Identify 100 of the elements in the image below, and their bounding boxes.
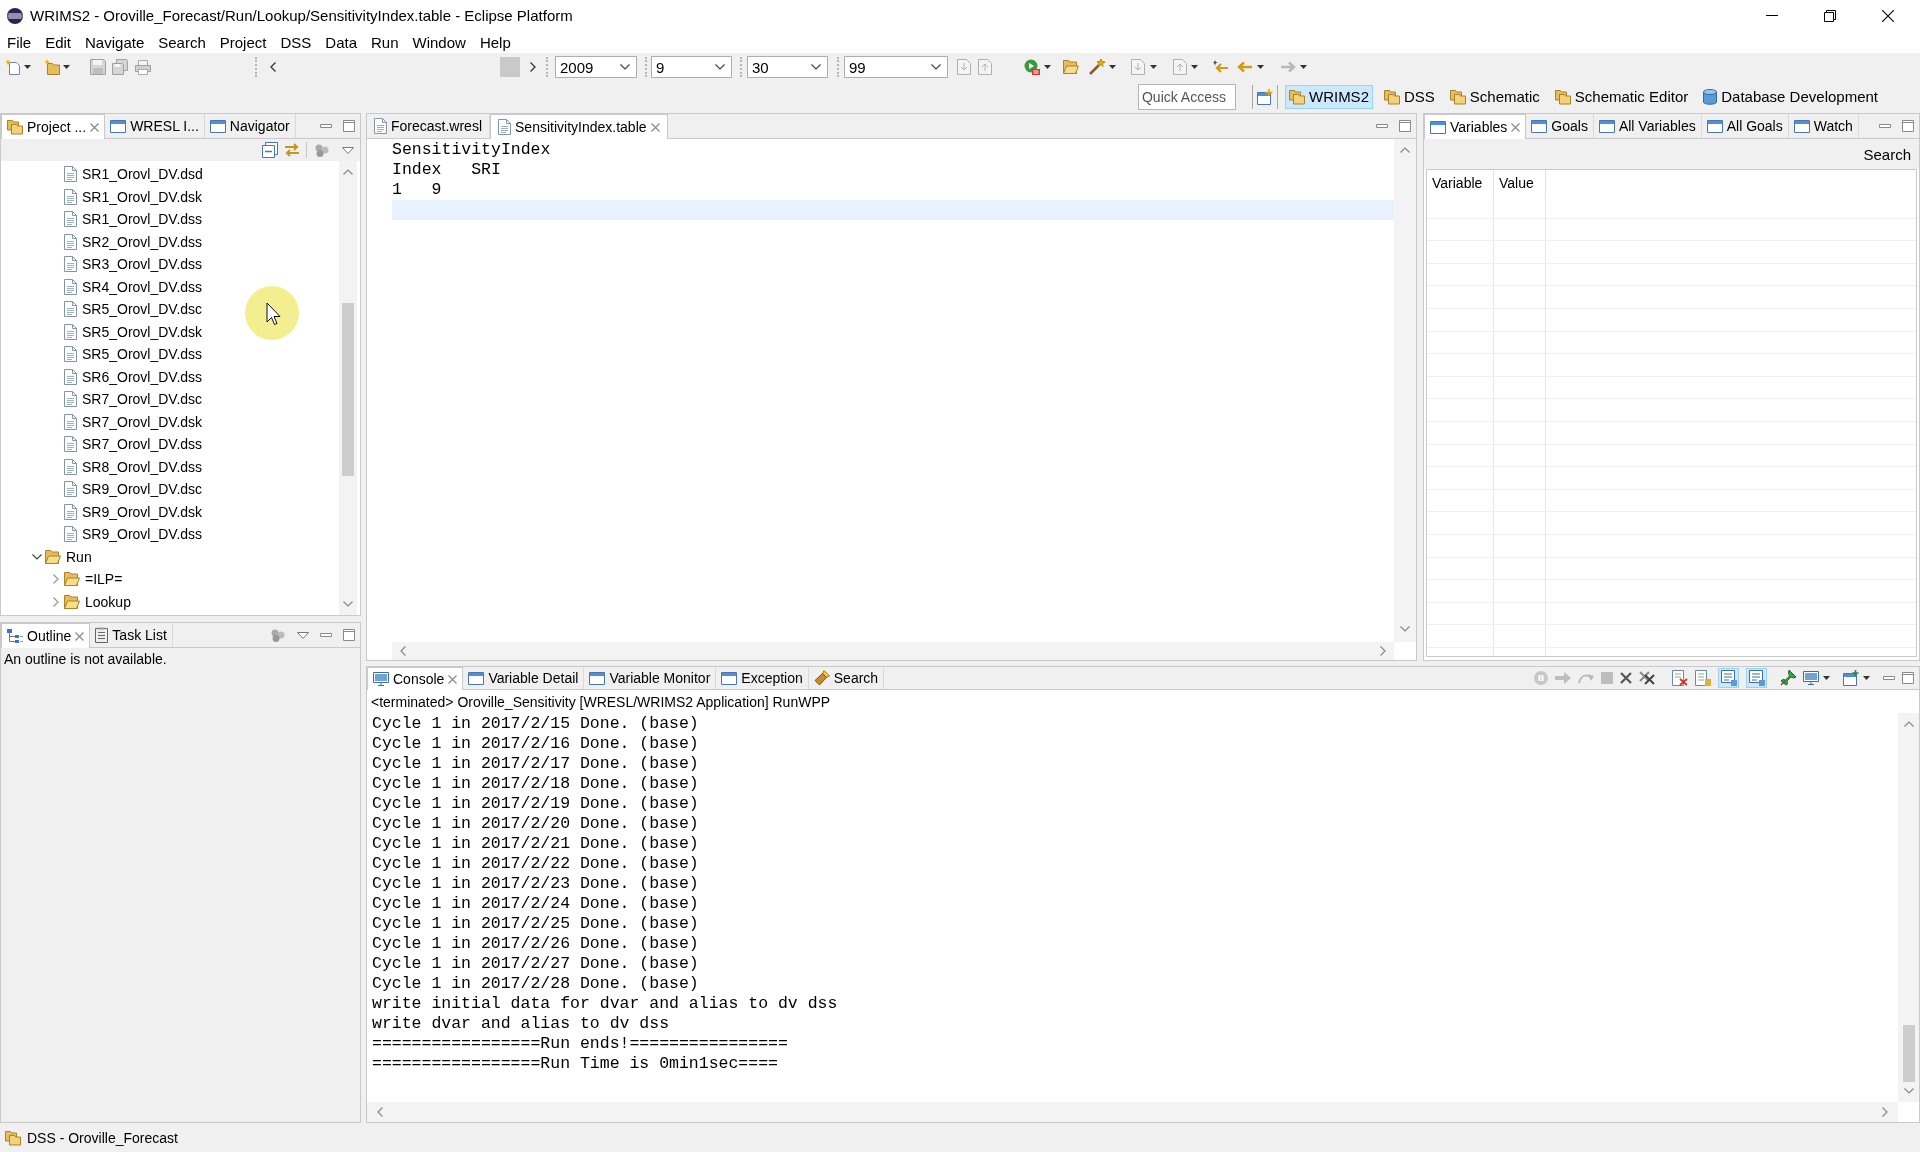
menu-item[interactable]: DSS xyxy=(273,33,319,51)
chevron-left-icon[interactable] xyxy=(270,62,276,72)
dropdown[interactable]: 2009 xyxy=(555,56,637,78)
vertical-scrollbar[interactable] xyxy=(1898,713,1919,1102)
perspective-button[interactable]: Schematic Editor xyxy=(1550,84,1693,109)
collapse-all-icon[interactable] xyxy=(262,142,278,158)
minimize-icon[interactable] xyxy=(320,124,332,128)
menu-item[interactable]: Navigate xyxy=(78,33,152,51)
maximize-icon[interactable] xyxy=(1902,672,1914,684)
view-menu-icon[interactable] xyxy=(342,146,354,154)
tree-item[interactable]: =ILP= xyxy=(64,571,125,588)
tree-item[interactable]: SR7_Orovl_DV.dsk xyxy=(64,413,205,430)
tree-item[interactable]: SR7_Orovl_DV.dsc xyxy=(64,391,205,408)
menu-item[interactable]: File xyxy=(0,33,39,51)
quick-access-field[interactable]: Quick Access xyxy=(1137,83,1236,110)
dropdown-caret-icon[interactable] xyxy=(1863,676,1870,680)
view-tab[interactable]: All Variables xyxy=(1593,114,1702,138)
tree-item[interactable]: SR3_Orovl_DV.dss xyxy=(64,256,205,273)
tree-item[interactable]: SR9_Orovl_DV.dss xyxy=(64,526,205,543)
dropdown-caret-icon[interactable] xyxy=(1191,65,1198,69)
scrollbar-thumb[interactable] xyxy=(342,303,354,476)
new-file-icon[interactable] xyxy=(5,59,21,75)
tree-item[interactable]: SR9_Orovl_DV.dsc xyxy=(64,481,205,498)
link-arrows-icon[interactable] xyxy=(284,143,300,157)
search-button[interactable]: Search xyxy=(1863,145,1911,163)
save-icon[interactable] xyxy=(90,59,106,75)
vertical-scrollbar[interactable] xyxy=(1394,139,1416,642)
tree-item[interactable]: SR7_Orovl_DV.dss xyxy=(64,436,205,453)
view-tab[interactable]: Outline xyxy=(1,623,91,648)
view-tab[interactable]: Watch xyxy=(1788,114,1859,138)
maximize-icon[interactable] xyxy=(343,629,355,641)
horizontal-scrollbar[interactable] xyxy=(392,642,1394,660)
tree-item[interactable]: Run xyxy=(45,548,94,565)
wand-icon[interactable] xyxy=(1089,59,1105,75)
minimize-icon[interactable] xyxy=(1883,676,1895,680)
perspective-button[interactable]: Database Development xyxy=(1699,84,1882,109)
column-header[interactable]: Variable xyxy=(1427,170,1494,196)
menu-item[interactable]: Help xyxy=(472,33,518,51)
close-icon[interactable] xyxy=(1882,9,1894,22)
scroll-down-icon[interactable] xyxy=(1400,626,1410,632)
perspective-button[interactable]: Schematic xyxy=(1445,84,1544,109)
remove-icon[interactable] xyxy=(1620,672,1632,684)
horizontal-scrollbar[interactable] xyxy=(367,1102,1898,1122)
scroll-up-icon[interactable] xyxy=(343,169,353,175)
dropdown-caret-icon[interactable] xyxy=(63,65,70,69)
view-tab[interactable]: Project ... xyxy=(1,114,106,139)
tree-item[interactable]: SR8_Orovl_DV.dss xyxy=(64,458,205,475)
view-tab[interactable]: Console xyxy=(367,667,464,690)
perspective-button[interactable]: DSS xyxy=(1379,84,1439,109)
tree-item[interactable]: SR5_Orovl_DV.dss xyxy=(64,346,205,363)
tree-item[interactable]: SR9_Orovl_DV.dsk xyxy=(64,503,205,520)
monitor-icon[interactable] xyxy=(1803,671,1819,685)
dropdown-caret-icon[interactable] xyxy=(1300,65,1307,69)
run-icon[interactable] xyxy=(1024,59,1040,75)
dropdown-caret-icon[interactable] xyxy=(1257,65,1264,69)
dropdown-caret-icon[interactable] xyxy=(1823,676,1830,680)
chevron-down-icon[interactable] xyxy=(32,553,42,560)
scroll-down-icon[interactable] xyxy=(343,601,353,607)
vertical-scrollbar[interactable] xyxy=(339,161,357,615)
menu-item[interactable]: Window xyxy=(405,33,473,51)
view-tab[interactable]: Variable Monitor xyxy=(584,667,717,689)
view-tab[interactable]: Navigator xyxy=(204,114,296,138)
scroll-down-icon[interactable] xyxy=(1903,1088,1914,1094)
maximize-icon[interactable] xyxy=(1399,120,1411,132)
view-tab[interactable]: All Goals xyxy=(1701,114,1789,138)
maximize-icon[interactable] xyxy=(1902,120,1914,132)
console-toggle[interactable] xyxy=(1746,668,1767,688)
view-tab[interactable]: Goals xyxy=(1526,114,1594,138)
print-icon[interactable] xyxy=(135,59,151,75)
view-tab[interactable]: Variables xyxy=(1424,114,1527,139)
view-tab[interactable]: Search xyxy=(808,667,885,689)
scroll-up-icon[interactable] xyxy=(1400,147,1410,153)
view-tab[interactable]: WRESL I... xyxy=(105,114,205,138)
tree-item[interactable]: SR5_Orovl_DV.dsk xyxy=(64,323,205,340)
scroll-lock-icon[interactable] xyxy=(1695,670,1711,686)
maximize-icon[interactable] xyxy=(343,120,355,132)
menu-item[interactable]: Search xyxy=(151,33,213,51)
back-arrow-icon[interactable] xyxy=(1213,60,1229,74)
dropdown[interactable]: 9 xyxy=(651,56,732,78)
dropdown-caret-icon[interactable] xyxy=(24,65,31,69)
document-icon[interactable] xyxy=(978,59,992,75)
open-perspective-icon[interactable] xyxy=(1256,88,1273,105)
tree-item[interactable]: SR4_Orovl_DV.dss xyxy=(64,278,205,295)
dropdown[interactable]: 99 xyxy=(844,56,948,78)
remove-all-icon[interactable] xyxy=(1639,671,1655,685)
menu-item[interactable]: Data xyxy=(318,33,364,51)
tree-item[interactable]: SR1_Orovl_DV.dss xyxy=(64,211,205,228)
dropdown-caret-icon[interactable] xyxy=(1150,65,1157,69)
tree-item[interactable]: SR6_Orovl_DV.dss xyxy=(64,368,205,385)
dropdown[interactable]: 30 xyxy=(747,56,828,78)
tree-item[interactable]: SR2_Orovl_DV.dss xyxy=(64,233,205,250)
scroll-left-icon[interactable] xyxy=(400,646,406,656)
column-header[interactable]: Value xyxy=(1494,170,1546,196)
clear-console-icon[interactable] xyxy=(1672,670,1688,686)
folder-icon[interactable] xyxy=(1063,60,1079,74)
save-all-icon[interactable] xyxy=(112,59,128,75)
menu-item[interactable]: Project xyxy=(212,33,274,51)
tree-item[interactable]: SR1_Orovl_DV.dsk xyxy=(64,188,205,205)
minimize-icon[interactable] xyxy=(320,633,332,637)
document-icon[interactable] xyxy=(1131,59,1145,75)
